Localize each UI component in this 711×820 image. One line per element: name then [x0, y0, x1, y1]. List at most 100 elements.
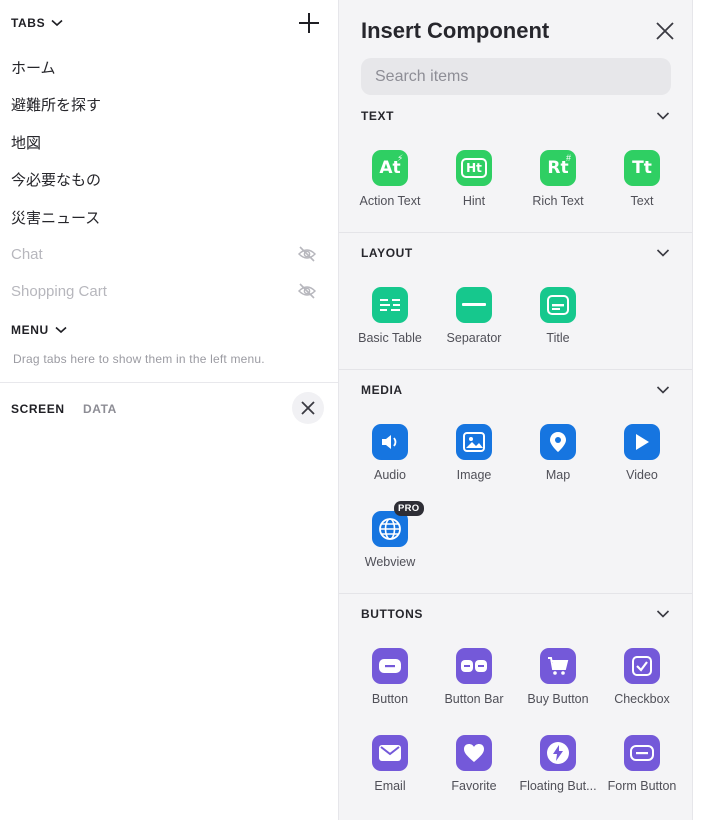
- component-label: Image: [456, 468, 492, 482]
- tab-item[interactable]: 災害ニュース: [11, 202, 326, 232]
- tab-item-hidden[interactable]: Shopping Cart: [11, 276, 326, 306]
- search-input[interactable]: [361, 58, 671, 95]
- tab-label: Chat: [11, 245, 43, 263]
- component-checkbox[interactable]: Checkbox: [600, 648, 684, 720]
- component-basic-table[interactable]: Basic Table: [348, 287, 432, 359]
- component-label: Text: [630, 194, 654, 208]
- tab-item-hidden[interactable]: Chat: [11, 239, 326, 269]
- component-label: Hint: [462, 194, 486, 208]
- tab-data[interactable]: DATA: [83, 402, 117, 416]
- component-favorite[interactable]: Favorite: [432, 735, 516, 807]
- divider: [0, 382, 338, 383]
- eye-off-icon[interactable]: [298, 283, 316, 299]
- menu-header[interactable]: MENU: [11, 323, 67, 337]
- speaker-icon: [372, 424, 408, 460]
- component-map[interactable]: Map: [516, 424, 600, 496]
- tabs-label: TABS: [11, 16, 46, 30]
- tab-label: 災害ニュース: [11, 209, 101, 227]
- hint-icon: Ht: [456, 150, 492, 186]
- component-label: Audio: [374, 468, 406, 482]
- panel-title: Insert Component: [361, 18, 550, 43]
- add-tab-icon[interactable]: [296, 10, 322, 36]
- close-icon[interactable]: [654, 20, 676, 42]
- component-rich-text[interactable]: Rt # Rich Text: [516, 150, 600, 222]
- insert-component-panel: Insert Component TEXT At⚡ Action Text Ht…: [338, 0, 693, 820]
- tab-label: 今必要なもの: [11, 171, 102, 189]
- component-image[interactable]: Image: [432, 424, 516, 496]
- category-header-media[interactable]: MEDIA: [361, 383, 403, 397]
- component-webview[interactable]: PRO Webview: [348, 501, 432, 583]
- category-header-text[interactable]: TEXT: [361, 109, 394, 123]
- component-email[interactable]: Email: [348, 735, 432, 807]
- chevron-down-icon[interactable]: [656, 609, 670, 619]
- title-icon: [540, 287, 576, 323]
- component-label: Favorite: [451, 779, 497, 793]
- component-label: Button: [371, 692, 409, 706]
- tab-item[interactable]: 地図: [11, 127, 326, 157]
- button-icon: [372, 648, 408, 684]
- component-audio[interactable]: Audio: [348, 424, 432, 496]
- component-label: Video: [626, 468, 658, 482]
- category-header-buttons[interactable]: BUTTONS: [361, 607, 423, 621]
- canvas-edge: [692, 0, 711, 820]
- component-separator[interactable]: Separator: [432, 287, 516, 359]
- tab-item[interactable]: 避難所を探す: [11, 89, 326, 119]
- email-icon: [372, 735, 408, 771]
- component-video[interactable]: Video: [600, 424, 684, 496]
- tab-screen[interactable]: SCREEN: [11, 402, 65, 416]
- component-label: Action Text: [359, 194, 421, 208]
- component-button[interactable]: Button: [348, 648, 432, 720]
- component-text[interactable]: Tt Text: [600, 150, 684, 222]
- divider: [339, 369, 693, 370]
- map-pin-icon: [540, 424, 576, 460]
- component-form-button[interactable]: Form Button: [600, 735, 684, 807]
- tabs-header[interactable]: TABS: [11, 16, 63, 30]
- component-title[interactable]: Title: [516, 287, 600, 359]
- eye-off-icon[interactable]: [298, 246, 316, 262]
- component-label: Basic Table: [358, 331, 422, 345]
- close-icon: [301, 401, 315, 415]
- lightning-icon: [540, 735, 576, 771]
- component-label: Map: [545, 468, 571, 482]
- globe-icon: [372, 511, 408, 547]
- separator-icon: [456, 287, 492, 323]
- chevron-down-icon[interactable]: [656, 111, 670, 121]
- component-label: Webview: [364, 555, 416, 569]
- component-action-text[interactable]: At ⚡ Action Text: [348, 150, 432, 222]
- menu-label: MENU: [11, 323, 49, 337]
- component-button-bar[interactable]: Button Bar: [432, 648, 516, 720]
- menu-drop-hint: Drag tabs here to show them in the left …: [13, 352, 265, 366]
- button-bar-icon: [456, 648, 492, 684]
- form-button-icon: [624, 735, 660, 771]
- tab-item[interactable]: ホーム: [11, 52, 326, 82]
- action-text-icon: At ⚡: [372, 150, 408, 186]
- close-button[interactable]: [292, 392, 324, 424]
- image-icon: [456, 424, 492, 460]
- component-buy-button[interactable]: Buy Button: [516, 648, 600, 720]
- component-label: Form Button: [607, 779, 677, 793]
- component-label: Checkbox: [614, 692, 670, 706]
- text-icon: Tt: [624, 150, 660, 186]
- play-icon: [624, 424, 660, 460]
- checkbox-icon: [624, 648, 660, 684]
- chevron-down-icon[interactable]: [656, 385, 670, 395]
- divider: [339, 232, 693, 233]
- component-label: Separator: [446, 331, 502, 345]
- tab-item[interactable]: 今必要なもの: [11, 164, 326, 194]
- component-floating-button[interactable]: Floating But...: [516, 735, 600, 807]
- component-label: Title: [546, 331, 570, 345]
- chevron-down-icon: [51, 19, 63, 27]
- component-hint[interactable]: Ht Hint: [432, 150, 516, 222]
- component-label: Email: [374, 779, 406, 793]
- chevron-down-icon: [55, 326, 67, 334]
- pro-badge: PRO: [394, 501, 424, 516]
- basic-table-icon: [372, 287, 408, 323]
- component-label: Buy Button: [527, 692, 589, 706]
- tab-label: 地図: [11, 134, 42, 152]
- category-header-layout[interactable]: LAYOUT: [361, 246, 413, 260]
- chevron-down-icon[interactable]: [656, 248, 670, 258]
- tabs-sidebar: TABS ホーム 避難所を探す 地図 今必要なもの 災害ニュース Chat Sh…: [0, 0, 338, 820]
- heart-icon: [456, 735, 492, 771]
- tab-label: 避難所を探す: [11, 96, 102, 114]
- rich-text-icon: Rt #: [540, 150, 576, 186]
